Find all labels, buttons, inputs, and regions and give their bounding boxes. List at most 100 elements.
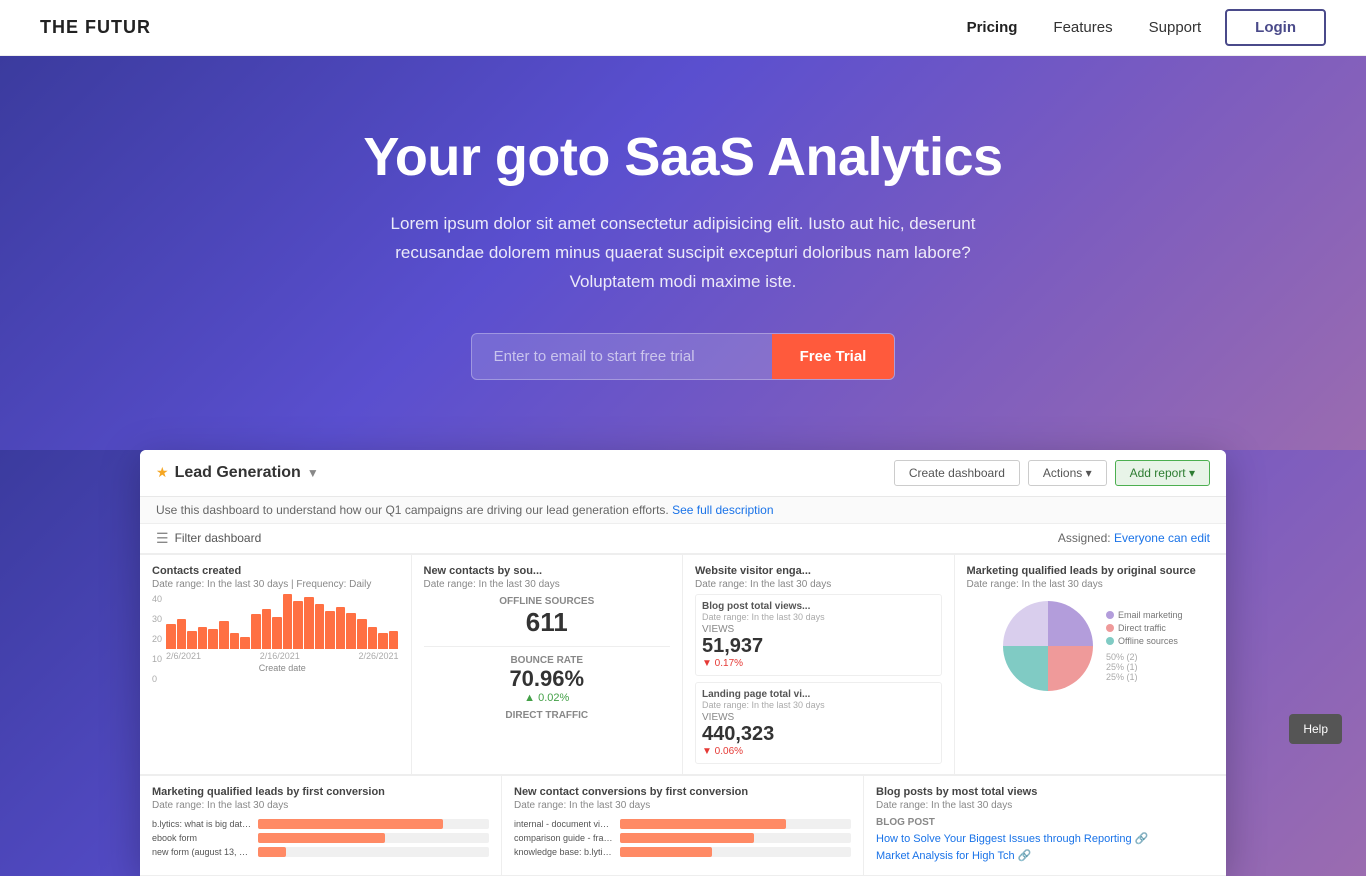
legend-email: Email marketing [1106,610,1183,620]
cell22-range: Date range: In the last 30 days [514,800,851,811]
cell2-title: New contacts by sou... [424,565,671,577]
hero-section: Your goto SaaS Analytics Lorem ipsum dol… [0,56,1366,460]
dashboard-wrapper: ★ Lead Generation ▼ Create dashboard Act… [0,450,1366,876]
dashboard-header: ★ Lead Generation ▼ Create dashboard Act… [140,450,1226,497]
hbar-row: b.lytics: what is big data:... [152,819,489,829]
landing-views-section: Landing page total vi... Date range: In … [695,682,942,764]
hbar-row: new form (august 13, 2020 [152,847,489,857]
hbar-chart2: internal - document viewe... comparison … [514,819,851,857]
actions-button[interactable]: Actions ▾ [1028,460,1107,486]
create-dashboard-button[interactable]: Create dashboard [894,460,1020,486]
hero-cta-form: Free Trial [471,333,896,380]
bar [304,597,314,649]
legend-dot [1106,624,1114,632]
dashboard-actions: Create dashboard Actions ▾ Add report ▾ [894,460,1210,486]
chart-footer: Create date [166,663,398,673]
blog-item[interactable]: How to Solve Your Biggest Issues through… [876,832,1214,845]
mql-first-conversion-cell: Marketing qualified leads by first conve… [140,776,502,876]
hbar-row: ebook form [152,833,489,843]
blog-views-value: 51,937 [702,635,935,658]
new-contact-conversions-cell: New contact conversions by first convers… [502,776,864,876]
free-trial-button[interactable]: Free Trial [772,334,895,379]
bar [219,621,229,649]
bar [240,637,250,649]
bar [336,607,346,649]
nav-links: Pricing Features Support [967,19,1202,36]
offline-value: 611 [424,607,671,638]
cell21-range: Date range: In the last 30 days [152,800,489,811]
bar [230,633,240,649]
bar [272,617,282,649]
hero-subtitle: Lorem ipsum dolor sit amet consectetur a… [363,210,1003,297]
nav-support[interactable]: Support [1149,19,1202,36]
views-label2: VIEWS [702,712,935,723]
hero-title: Your goto SaaS Analytics [40,126,1326,188]
blog-views-section: Blog post total views... Date range: In … [695,594,942,676]
views-label1: VIEWS [702,624,935,635]
website-visitor-cell: Website visitor enga... Date range: In t… [683,555,955,775]
hbar-fill [258,847,286,857]
hbar-row: internal - document viewe... [514,819,851,829]
bar [357,619,367,649]
blog-list: How to Solve Your Biggest Issues through… [876,832,1214,862]
nav-features[interactable]: Features [1053,19,1112,36]
pie-pct1: 50% (2) [1106,652,1183,662]
login-button[interactable]: Login [1225,9,1326,46]
legend-offline: Offline sources [1106,636,1183,646]
assigned-link[interactable]: Everyone can edit [1114,531,1210,545]
bar [315,604,325,649]
direct-traffic-label: DIRECT TRAFFIC [424,710,671,721]
nav-pricing[interactable]: Pricing [967,19,1018,36]
bar-chart-y-axis: 403020100 [152,594,162,684]
bar [389,631,399,649]
legend-dot [1106,637,1114,645]
offline-label: OFFLINE SOURCES [424,596,671,607]
hbar-row: knowledge base: b.lytics ... [514,847,851,857]
email-input[interactable] [472,334,772,379]
blog-item[interactable]: Market Analysis for High Tch 🔗 [876,849,1214,862]
dashboard-grid-row1: Contacts created Date range: In the last… [140,554,1226,775]
new-contacts-source-cell: New contacts by sou... Date range: In th… [412,555,684,775]
bounce-rate-section: BOUNCE RATE 70.96% ▲ 0.02% [424,646,671,704]
bar [187,631,197,649]
filter-label[interactable]: Filter dashboard [175,531,262,545]
pie-pct3: 25% (1) [1106,672,1183,682]
assigned-section: Assigned: Everyone can edit [1058,531,1210,545]
bar [166,624,176,649]
landing-views-value: 440,323 [702,723,935,746]
dashboard-grid-row2: Marketing qualified leads by first conve… [140,775,1226,876]
add-report-button[interactable]: Add report ▾ [1115,460,1210,486]
dashboard-card: ★ Lead Generation ▼ Create dashboard Act… [140,450,1226,876]
cell1-range: Date range: In the last 30 days | Freque… [152,579,399,590]
cell3-title: Website visitor enga... [695,565,942,577]
dashboard-description: Use this dashboard to understand how our… [140,497,1226,524]
hbar-chart1: b.lytics: what is big data:... ebook for… [152,819,489,857]
contacts-created-cell: Contacts created Date range: In the last… [140,555,412,775]
hbar-row: comparison guide - frame... [514,833,851,843]
bounce-change: ▲ 0.02% [424,692,671,704]
legend-dot [1106,611,1114,619]
bar [208,629,218,649]
chevron-down-icon: ▼ [307,466,319,480]
filter-bar: ☰ Filter dashboard Assigned: Everyone ca… [140,524,1226,554]
blog-views-change: ▼ 0.17% [702,658,935,669]
help-button[interactable]: Help [1289,714,1342,744]
navbar: THE FUTUR Pricing Features Support Login [0,0,1366,56]
see-full-description-link[interactable]: See full description [672,503,773,517]
cell23-range: Date range: In the last 30 days [876,800,1214,811]
bar-chart-x-labels: 2/6/20212/16/20212/26/2021 [166,651,398,661]
cell3-range: Date range: In the last 30 days [695,579,942,590]
pie-legend: Email marketing Direct traffic Offline s… [1106,610,1183,682]
bar [198,627,208,649]
blog-range: Date range: In the last 30 days [702,612,935,622]
cell4-range: Date range: In the last 30 days [967,579,1215,590]
bar [325,611,335,649]
cell23-title: Blog posts by most total views [876,786,1214,798]
cell21-title: Marketing qualified leads by first conve… [152,786,489,798]
bounce-value: 70.96% [424,666,671,692]
landing-range: Date range: In the last 30 days [702,700,935,710]
nav-logo: THE FUTUR [40,17,151,38]
landing-title: Landing page total vi... [702,689,935,700]
hbar-fill [620,833,754,843]
bar [262,609,272,649]
